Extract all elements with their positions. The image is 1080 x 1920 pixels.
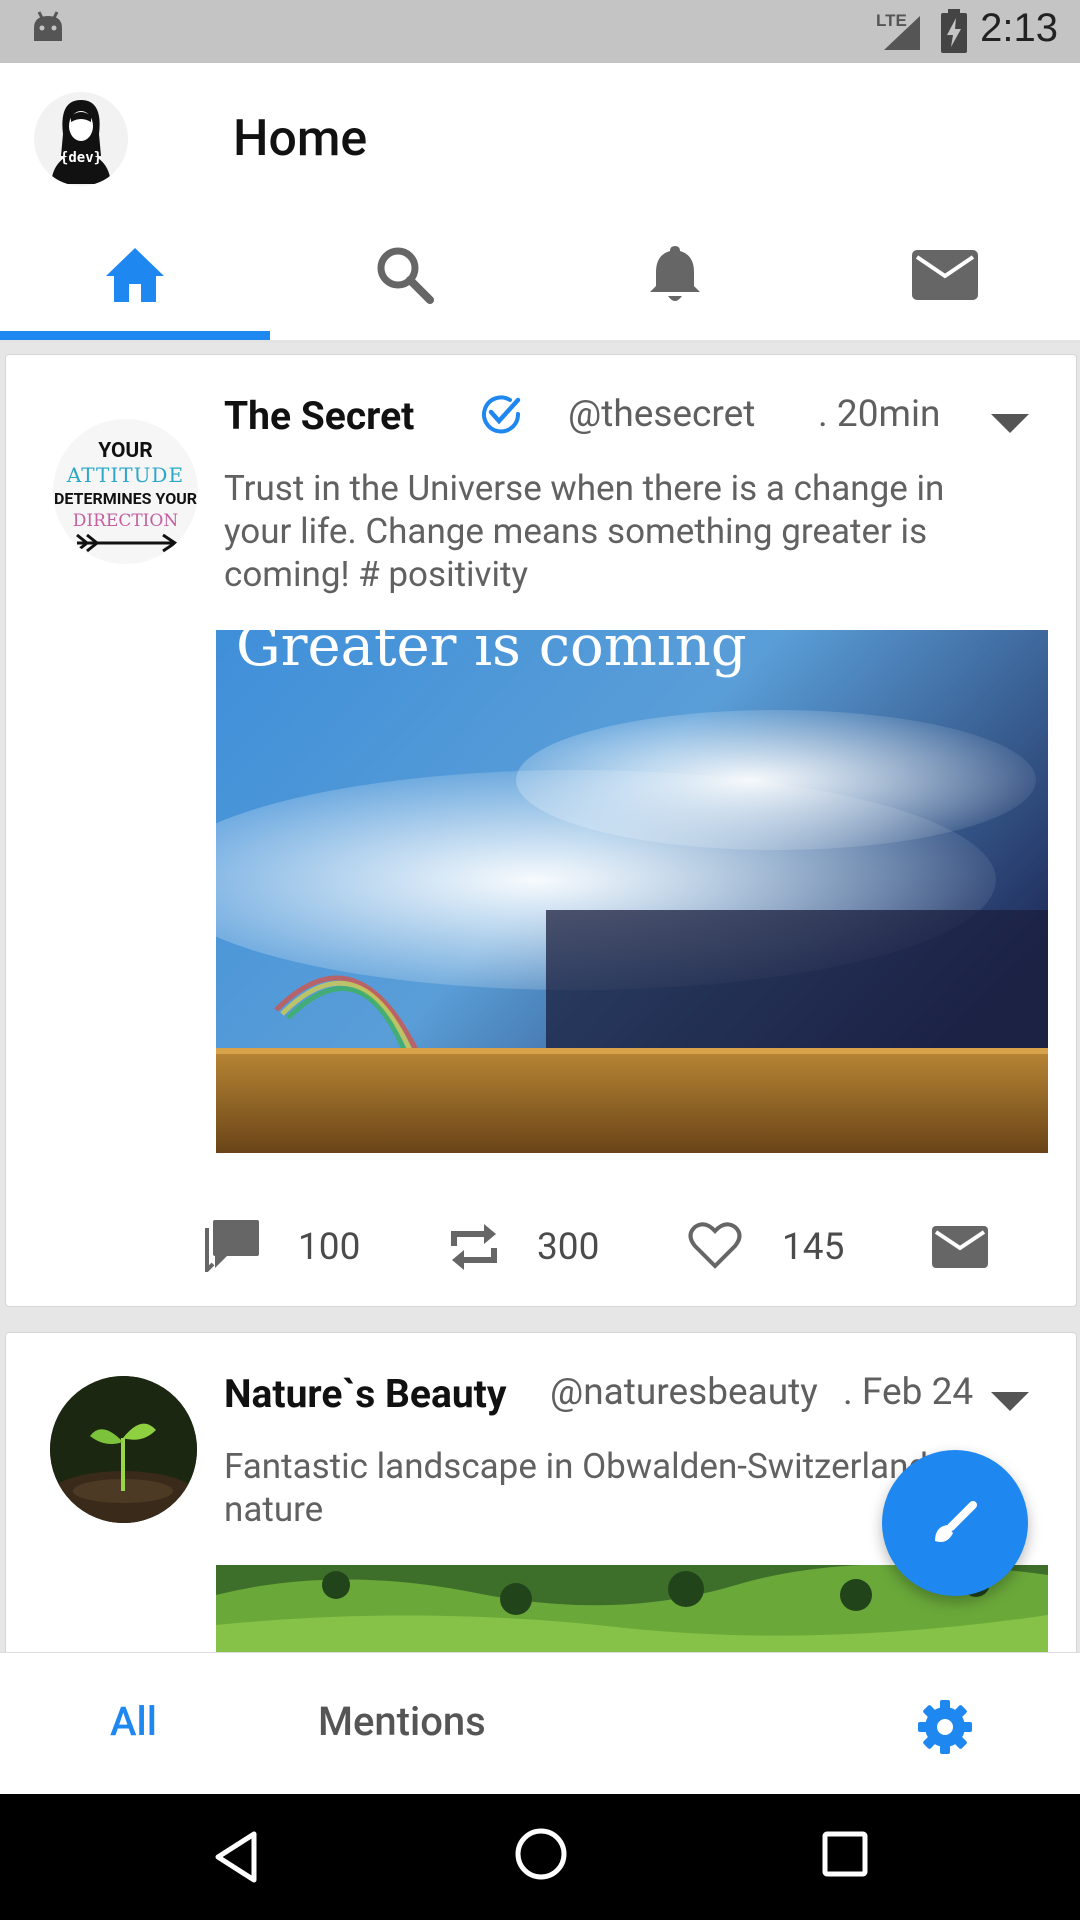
image-caption: Greater is coming <box>236 630 747 679</box>
android-icon <box>34 11 62 41</box>
avatar-text-attitude: ATTITUDE <box>66 463 185 487</box>
tab-divider <box>0 340 1080 343</box>
tweet-menu-caret-icon[interactable] <box>991 1392 1029 1411</box>
tweet-author[interactable]: The Secret <box>224 393 414 439</box>
comment-count: 100 <box>298 1226 361 1269</box>
tab-search[interactable] <box>270 220 540 330</box>
heart-icon[interactable] <box>688 1222 742 1270</box>
tweet-image[interactable]: Greater is coming <box>216 630 1048 1153</box>
tweet-text: Trust in the Universe when there is a ch… <box>224 468 945 595</box>
avatar-text-your: YOUR <box>98 439 153 463</box>
arrow-icon <box>76 533 178 553</box>
home-icon <box>106 248 164 302</box>
home-circle-icon[interactable] <box>514 1827 568 1881</box>
profile-avatar[interactable]: {dev} <box>34 92 128 186</box>
back-icon[interactable] <box>212 1830 260 1884</box>
status-time: 2:13 <box>980 6 1058 50</box>
tab-mentions[interactable]: Mentions <box>318 1698 486 1745</box>
tweet-menu-caret-icon[interactable] <box>991 414 1029 433</box>
tab-home[interactable] <box>0 220 270 330</box>
tweet-time: . 20min <box>818 393 941 436</box>
retweet-count: 300 <box>537 1226 600 1269</box>
direct-message-icon[interactable] <box>932 1226 988 1268</box>
comment-icon[interactable] <box>205 1220 259 1272</box>
navigation-bar <box>0 1794 1080 1920</box>
retweet-icon[interactable] <box>448 1222 500 1272</box>
bell-icon <box>650 246 700 301</box>
developer-girl-icon <box>51 100 111 184</box>
verified-icon <box>482 395 521 434</box>
tweet-author[interactable]: Nature`s Beauty <box>224 1371 507 1417</box>
sprout-image <box>50 1376 197 1523</box>
like-count: 145 <box>782 1226 845 1269</box>
avatar-text-direction: DIRECTION <box>72 511 179 531</box>
page-title: Home <box>233 110 368 168</box>
compose-button[interactable] <box>882 1450 1028 1596</box>
landscape-rainbow-image <box>216 630 1048 1153</box>
avatar-text-determines: DETERMINES YOUR <box>53 489 198 508</box>
signal-icon <box>884 16 920 50</box>
tab-notifications[interactable] <box>540 220 810 330</box>
tweet-handle[interactable]: @naturesbeauty <box>550 1371 818 1414</box>
tab-all[interactable]: All <box>110 1698 157 1745</box>
tweet-handle[interactable]: @thesecret <box>568 393 755 436</box>
settings-gear-icon[interactable] <box>916 1698 974 1756</box>
tweet-avatar[interactable] <box>50 1376 197 1523</box>
tweet-avatar[interactable]: YOUR ATTITUDE DETERMINES YOUR DIRECTION <box>53 419 198 564</box>
avatar-dev-label: {dev} <box>59 150 103 166</box>
battery-charging-icon <box>941 9 967 53</box>
recents-icon[interactable] <box>822 1831 868 1877</box>
search-icon <box>377 247 434 304</box>
active-tab-indicator <box>0 331 270 340</box>
mail-icon <box>912 250 978 300</box>
tab-messages[interactable] <box>810 220 1080 330</box>
tweet-time: . Feb 24 <box>843 1371 974 1414</box>
brush-icon <box>935 1501 977 1542</box>
status-bar: LTE 2:13 <box>0 0 1080 63</box>
